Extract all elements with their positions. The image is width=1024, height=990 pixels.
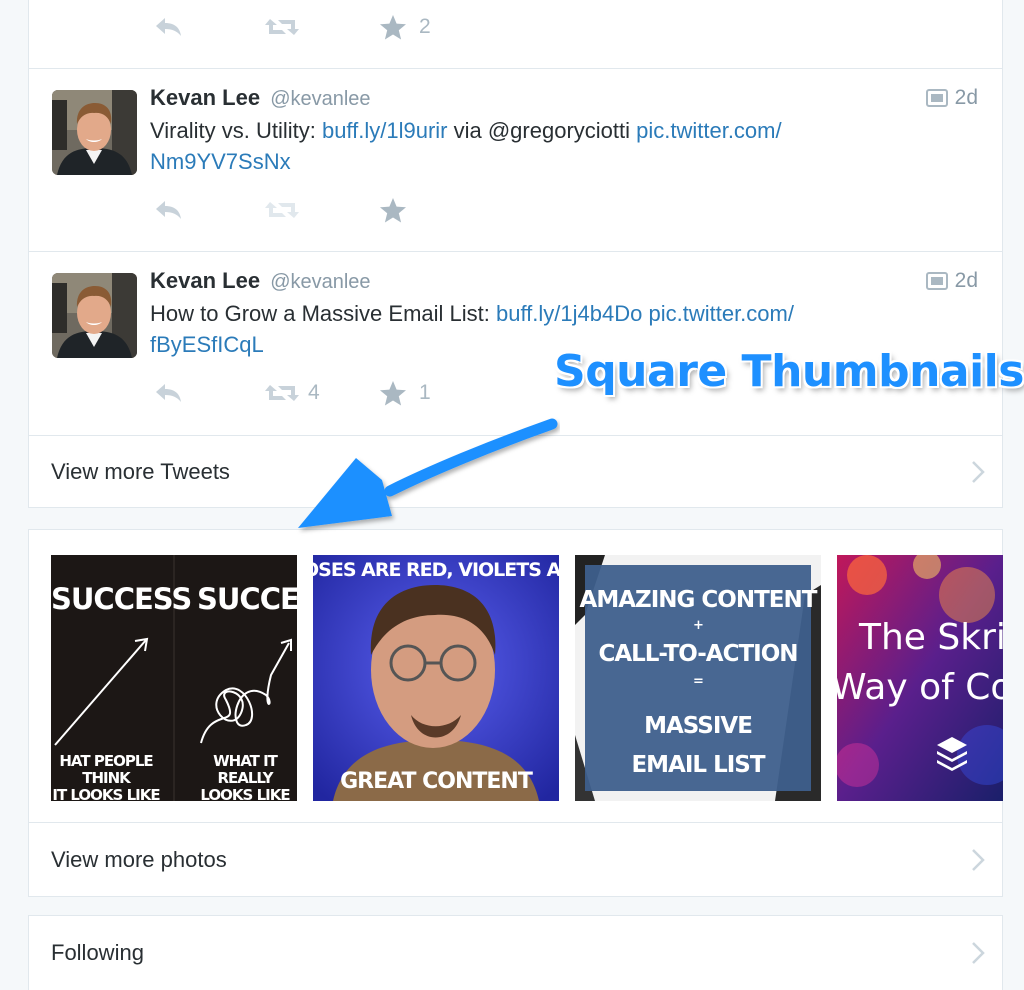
photo-caption: SUCCESS (197, 582, 297, 616)
avatar[interactable] (52, 273, 137, 358)
tweet-text: Virality vs. Utility: buff.ly/1l9urir vi… (150, 115, 910, 177)
photo-caption: The Skril (859, 617, 1003, 658)
meme-portrait-image (313, 555, 559, 801)
media-link-continued[interactable]: Nm9YV7SsNx (150, 149, 291, 174)
photo-caption: = (693, 674, 704, 689)
following-card: Following (28, 915, 1003, 990)
media-link-continued[interactable]: fByESfICqL (150, 332, 264, 357)
timestamp[interactable]: 2d (955, 269, 978, 293)
tweet-meta: 2d (925, 269, 978, 293)
retweet-button[interactable] (264, 198, 300, 222)
photo-thumbnail[interactable]: The Skril Way of Con (837, 555, 1003, 801)
photo-caption: Way of Con (837, 667, 1003, 708)
favorite-count: 1 (419, 381, 431, 404)
tweet-text-part: How to Grow a Massive Email List: (150, 301, 496, 326)
author-handle[interactable]: @kevanlee (270, 88, 370, 110)
view-more-tweets-label: View more Tweets (51, 459, 230, 484)
media-link[interactable]: pic.twitter.com/ (636, 118, 781, 143)
retweet-icon (265, 202, 299, 218)
chevron-right-icon (972, 942, 985, 964)
view-more-photos-row[interactable]: View more photos (29, 823, 1002, 897)
reply-icon (156, 201, 181, 219)
tweet-text-part: via @gregoryciotti (447, 118, 637, 143)
timestamp[interactable]: 2d (955, 86, 978, 110)
favorite-button[interactable] (379, 197, 407, 224)
photo-caption-line: WHAT IT REALLY (213, 752, 278, 787)
photo-caption: AMAZING CONTENT (579, 587, 818, 613)
author-name[interactable]: Kevan Lee (150, 268, 260, 293)
avatar-photo (52, 90, 137, 175)
annotation-arrow (298, 418, 558, 528)
reply-button[interactable] (154, 16, 184, 38)
tweet-header: Kevan Lee @kevanlee (150, 85, 371, 111)
star-icon (380, 380, 406, 405)
retweet-button[interactable] (264, 15, 300, 39)
favorite-count: 2 (419, 15, 431, 38)
photo-caption: CALL-TO-ACTION (598, 641, 798, 667)
favorite-button[interactable]: 2 (379, 14, 431, 41)
photo-caption: EMAIL LIST (631, 752, 765, 778)
reply-icon (156, 18, 181, 36)
favorite-button[interactable]: 1 (379, 380, 431, 407)
tweet-link[interactable]: buff.ly/1l9urir (322, 118, 448, 143)
avatar[interactable] (52, 90, 137, 175)
retweet-button[interactable]: 4 (264, 381, 320, 405)
photo-caption: GREAT CONTENT (340, 769, 533, 794)
media-card-icon (925, 89, 948, 107)
tweet-link[interactable]: buff.ly/1j4b4Do (496, 301, 642, 326)
star-icon (380, 197, 406, 222)
photo-thumbnail[interactable]: OSES ARE RED, VIOLETS ARE BLU GREAT CONT… (313, 555, 559, 801)
photo-thumbnail[interactable]: AMAZING CONTENT + CALL-TO-ACTION = MASSI… (575, 555, 821, 801)
reply-icon (156, 384, 181, 402)
retweet-icon (265, 385, 299, 401)
photo-caption: + (693, 618, 704, 633)
media-link[interactable]: pic.twitter.com/ (648, 301, 793, 326)
retweet-count: 4 (308, 381, 320, 404)
media-card-icon (925, 272, 948, 290)
chevron-right-icon (972, 461, 985, 483)
retweet-icon (265, 19, 299, 35)
reply-button[interactable] (154, 382, 184, 404)
tweet-meta: 2d (925, 86, 978, 110)
tweet[interactable]: Kevan Lee @kevanlee 2d Virality vs. Util… (29, 69, 1002, 251)
photo-caption-line: LOOKS LIKE (200, 786, 290, 802)
tweet-header: Kevan Lee @kevanlee (150, 268, 371, 294)
reply-button[interactable] (154, 199, 184, 221)
annotation-label: Square Thumbnails (554, 346, 1024, 397)
tweet-text-part: Virality vs. Utility: (150, 118, 322, 143)
star-icon (380, 14, 406, 39)
photo-caption: SUCCESS (51, 582, 192, 616)
photo-caption-line: HAT PEOPLE THINK (59, 752, 153, 787)
author-handle[interactable]: @kevanlee (270, 271, 370, 293)
photo-caption-line: IT LOOKS LIKE (52, 786, 160, 802)
photo-caption: OSES ARE RED, VIOLETS ARE BLU (313, 559, 559, 581)
photo-caption: HAT PEOPLE THINK IT LOOKS LIKE (51, 752, 167, 802)
photo-thumbnail[interactable]: SUCCESS SUCCESS HAT PEOPLE THINKIT LOOKS… (51, 555, 297, 801)
photos-card: SUCCESS SUCCESS HAT PEOPLE THINKIT LOOKS… (28, 529, 1003, 897)
author-name[interactable]: Kevan Lee (150, 85, 260, 110)
following-label: Following (51, 940, 144, 965)
view-more-photos-label: View more photos (51, 847, 227, 872)
photo-caption: WHAT IT REALLY LOOKS LIKE (187, 752, 297, 802)
tweet[interactable]: Kevan Lee @kevanlee 2d How to Grow a Mas… (29, 252, 1002, 435)
following-row[interactable]: Following (29, 916, 1002, 990)
avatar-photo (52, 273, 137, 358)
chevron-right-icon (972, 849, 985, 871)
photo-caption: MASSIVE (644, 713, 753, 739)
